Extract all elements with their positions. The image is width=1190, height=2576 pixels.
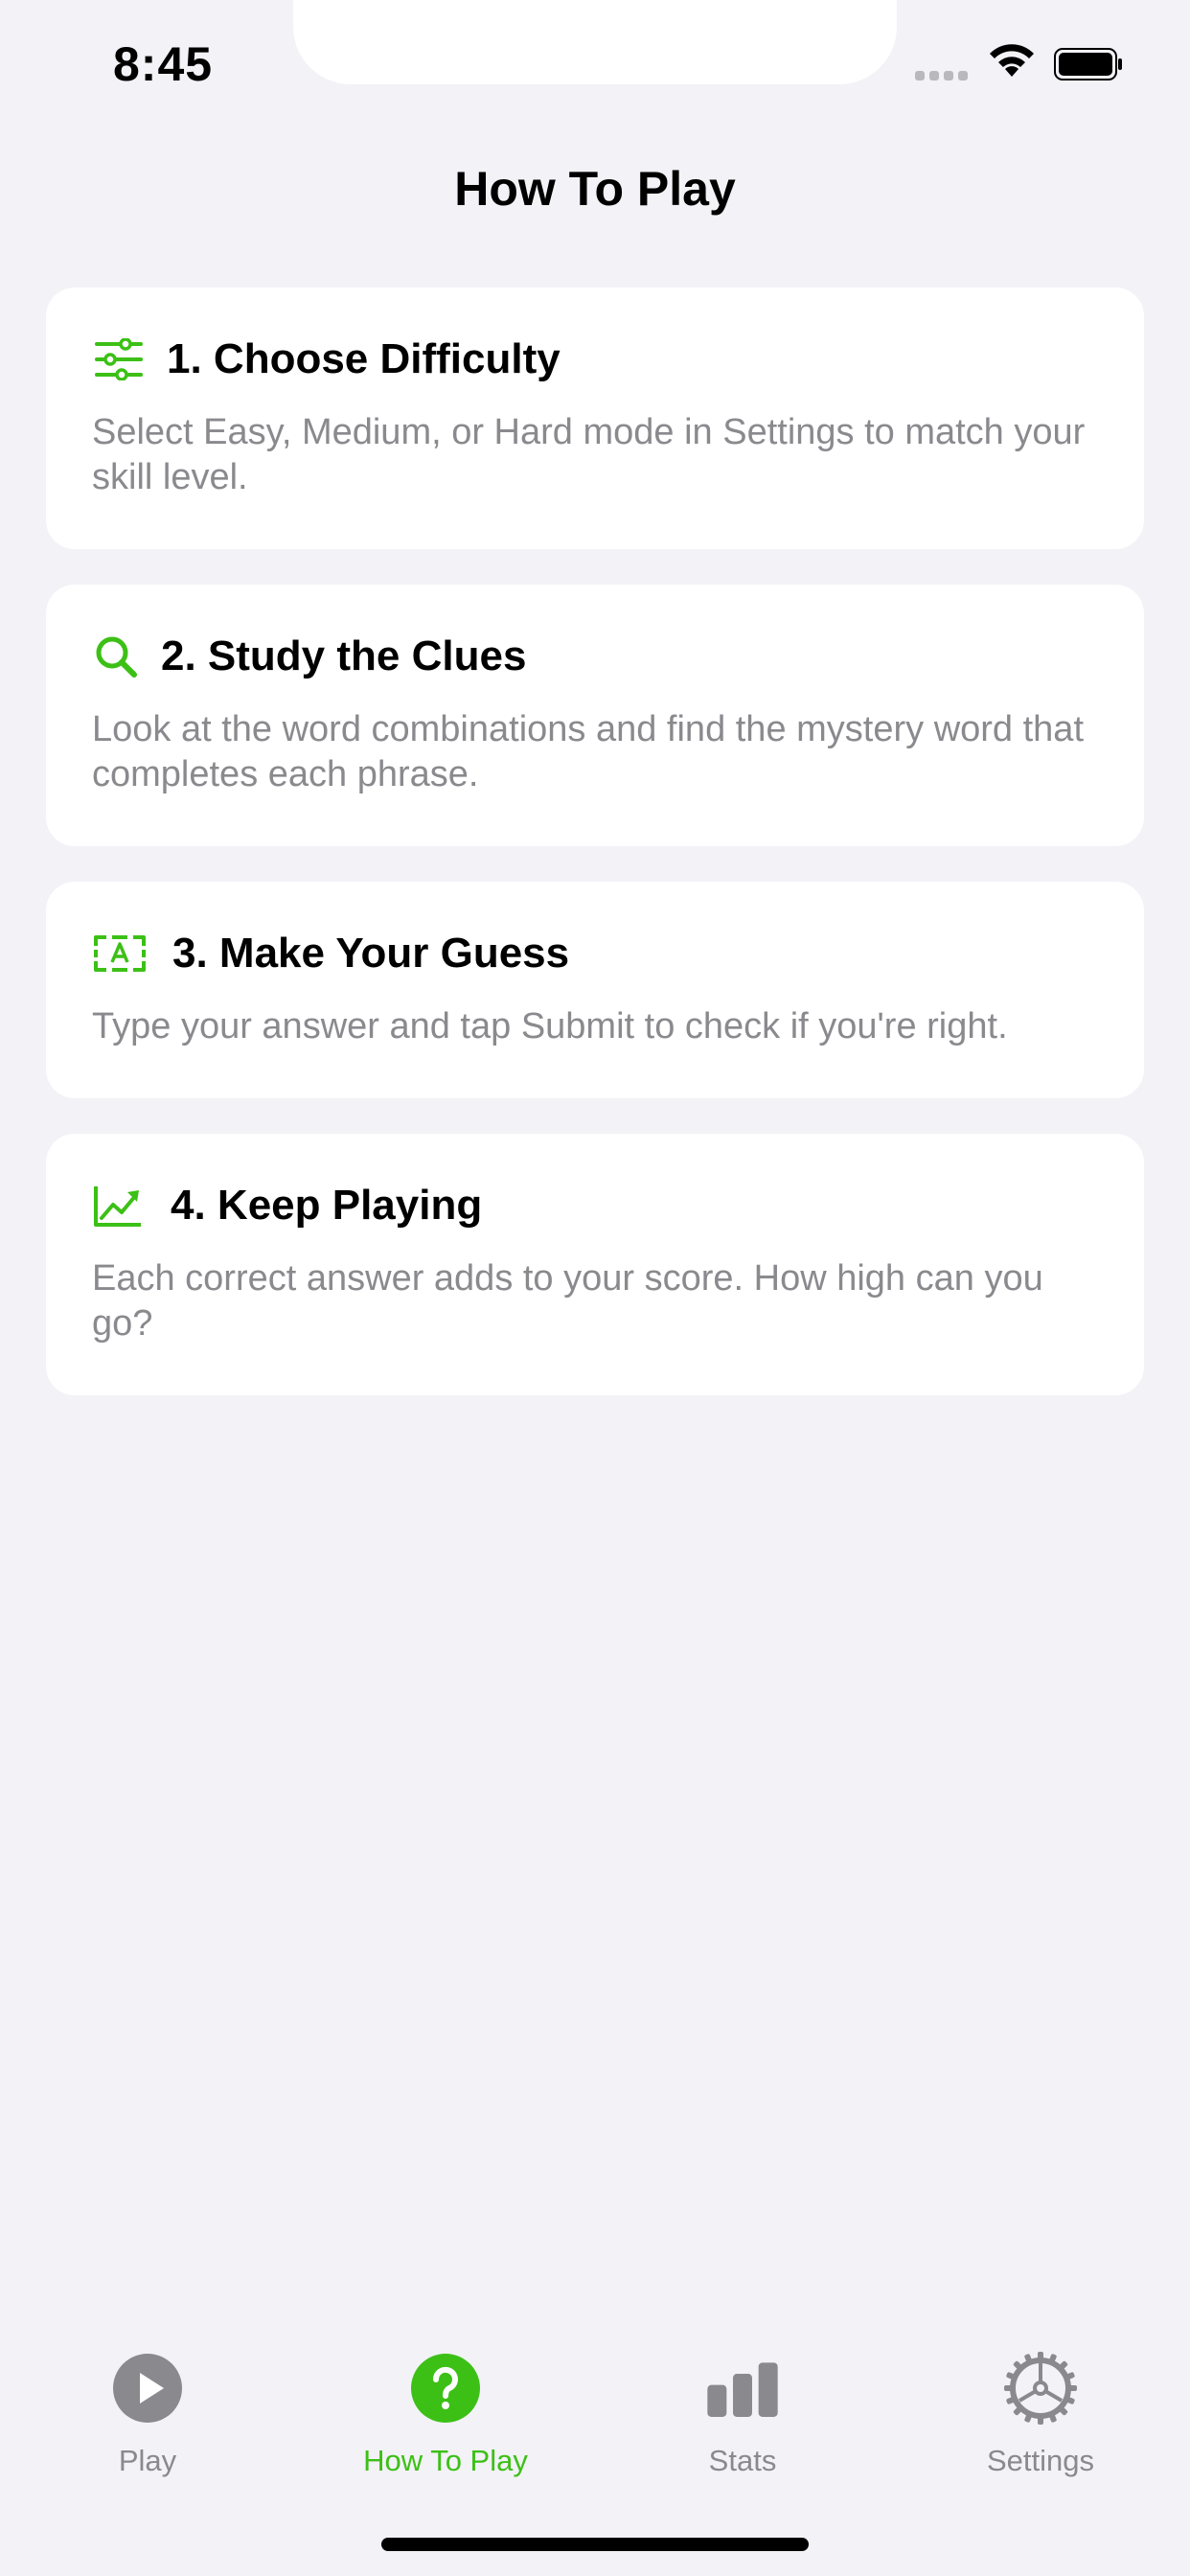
step-card-header: 2. Study the Clues	[92, 625, 526, 688]
play-circle-icon	[113, 2354, 182, 2423]
step-card-keep-playing: 4. Keep Playing Each correct answer adds…	[46, 1134, 1144, 1395]
device-notch	[293, 0, 897, 84]
page-title: How To Play	[454, 162, 736, 216]
gear-icon	[1004, 2352, 1077, 2425]
tab-settings[interactable]: Settings	[916, 2350, 1165, 2478]
sliders-icon	[92, 333, 146, 386]
step-card-make-guess: 3. Make Your Guess Type your answer and …	[46, 882, 1144, 1098]
step-card-header: 3. Make Your Guess	[92, 922, 569, 985]
home-indicator[interactable]	[381, 2538, 809, 2551]
question-circle-icon	[411, 2354, 480, 2423]
battery-icon	[1054, 48, 1122, 80]
tab-label: How To Play	[363, 2444, 528, 2477]
step-description: Look at the word combinations and find t…	[92, 709, 1084, 794]
step-title: 2. Study the Clues	[161, 632, 527, 679]
step-description: Type your answer and tap Submit to check…	[92, 1006, 1008, 1046]
step-card-header: 4. Keep Playing	[92, 1174, 482, 1237]
step-title: 4. Keep Playing	[171, 1182, 483, 1229]
tab-play[interactable]: Play	[23, 2350, 272, 2478]
text-box-icon	[92, 927, 148, 980]
step-title: 3. Make Your Guess	[172, 930, 570, 977]
tab-how-to-play[interactable]: How To Play	[321, 2350, 570, 2478]
wifi-icon	[990, 44, 1034, 77]
how-to-play-screen: 8:45 How To Play 1. Choose Difficulty Se…	[0, 0, 1190, 2576]
cellular-signal-icon	[915, 71, 968, 80]
step-card-header: 1. Choose Difficulty	[92, 328, 561, 391]
bar-chart-icon	[707, 2362, 778, 2417]
tab-label: Settings	[986, 2444, 1094, 2477]
tab-label: Play	[118, 2444, 177, 2477]
status-time: 8:45	[113, 37, 214, 91]
tab-label: Stats	[708, 2444, 777, 2477]
step-description: Each correct answer adds to your score. …	[92, 1258, 1043, 1344]
trending-up-chart-icon	[92, 1179, 144, 1232]
step-card-study-clues: 2. Study the Clues Look at the word comb…	[46, 585, 1144, 846]
step-title: 1. Choose Difficulty	[167, 335, 561, 382]
step-description: Select Easy, Medium, or Hard mode in Set…	[92, 412, 1086, 497]
magnifying-glass-icon	[92, 630, 140, 683]
tab-stats[interactable]: Stats	[618, 2350, 867, 2478]
step-card-choose-difficulty: 1. Choose Difficulty Select Easy, Medium…	[46, 288, 1144, 549]
